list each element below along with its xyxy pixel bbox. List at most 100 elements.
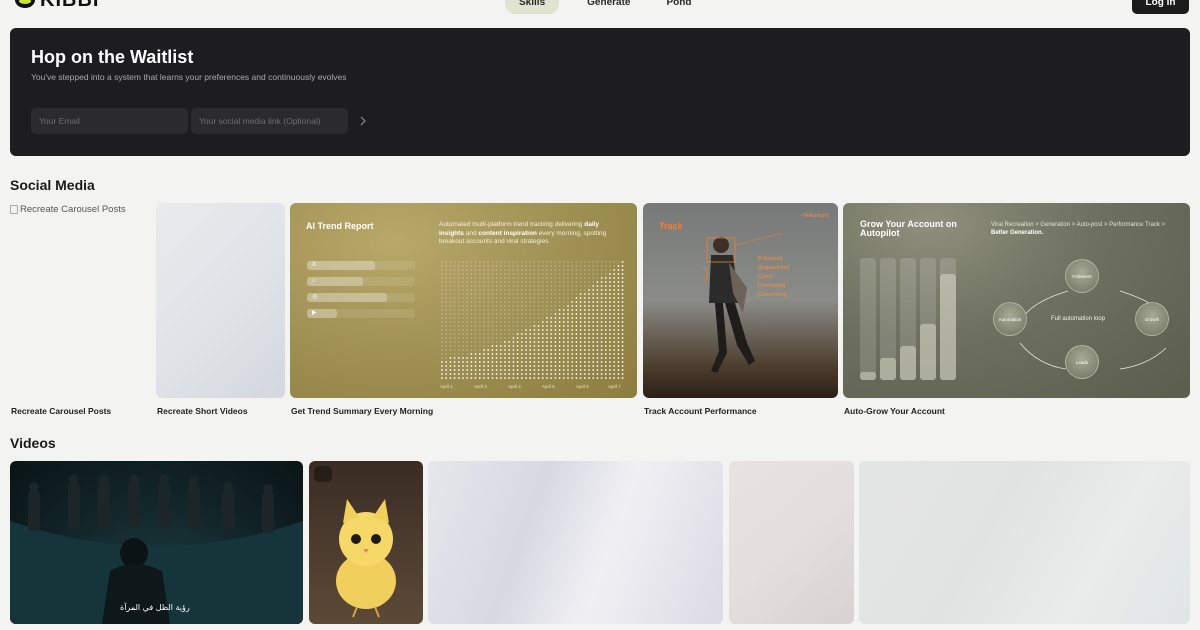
chart-dot <box>617 265 620 267</box>
chart-dot <box>546 269 548 271</box>
chart-dot <box>600 313 603 315</box>
axis-label: April 4 <box>508 384 521 389</box>
chart-dot <box>541 357 544 359</box>
chart-dot <box>575 313 578 315</box>
video-card-mirrors[interactable]: رؤية الظل في المرآة <box>10 461 303 624</box>
chart-dot <box>583 269 586 271</box>
chart-dot <box>537 297 540 299</box>
chart-dot <box>592 301 595 303</box>
chart-dot <box>504 297 506 299</box>
chart-dot <box>562 305 565 307</box>
tab-generate[interactable]: Generate <box>569 0 648 14</box>
chart-dot <box>575 269 578 271</box>
chart-dot <box>583 369 586 371</box>
chart-dot <box>462 317 464 319</box>
tab-pond[interactable]: Pond <box>649 0 710 14</box>
chart-dot <box>537 321 540 323</box>
chart-dot <box>571 277 574 279</box>
chart-dot <box>483 365 485 367</box>
chart-dot <box>600 337 603 339</box>
chart-dot <box>546 281 548 283</box>
chart-dot <box>453 269 456 271</box>
card-label-auto-grow[interactable]: Auto-Grow Your Account <box>844 406 945 416</box>
waitlist-title: Hop on the Waitlist <box>31 47 194 67</box>
chart-dot <box>474 301 477 303</box>
chart-dot <box>441 309 443 311</box>
chart-dot <box>537 293 540 295</box>
chart-dot <box>562 309 565 311</box>
video-card-kitten[interactable] <box>309 461 423 624</box>
chart-dot <box>478 333 481 335</box>
chart-dot <box>567 273 569 275</box>
chart-dot <box>499 273 502 275</box>
chart-dot <box>613 269 616 271</box>
chart-dot <box>483 353 485 355</box>
chart-dot <box>592 341 595 343</box>
social-link-input[interactable] <box>191 108 348 134</box>
chart-dot <box>621 269 624 271</box>
chart-dot <box>546 357 548 359</box>
card-label-short-videos[interactable]: Recreate Short Videos <box>157 406 248 416</box>
card-trend-summary[interactable]: AI Trend Report Automated multi-platform… <box>290 203 637 398</box>
card-track-performance[interactable]: Track • [Influencer] [Followers] [Engage… <box>643 203 838 398</box>
video-card-placeholder[interactable] <box>729 461 854 624</box>
email-input[interactable] <box>31 108 188 134</box>
chart-dot <box>567 309 569 311</box>
chart-dot <box>613 309 616 311</box>
chart-dot <box>575 365 578 367</box>
chart-dot <box>613 285 616 287</box>
login-button[interactable]: Log in <box>1132 0 1189 14</box>
chart-dot <box>541 365 544 367</box>
chart-dot <box>617 321 620 323</box>
chart-dot <box>592 325 595 327</box>
card-label-track[interactable]: Track Account Performance <box>644 406 757 416</box>
chart-dot <box>504 289 506 291</box>
chart-dot <box>474 373 477 375</box>
card-short-videos[interactable] <box>156 203 285 398</box>
auto-grow-title: Grow Your Account on Autopilot <box>860 219 957 238</box>
chart-dot <box>600 353 603 355</box>
chart-dot <box>529 269 532 271</box>
chart-dot <box>571 273 574 275</box>
video-card-placeholder[interactable] <box>859 461 1190 624</box>
chart-dot <box>495 273 498 275</box>
chart-dot <box>596 321 599 323</box>
chevron-right-icon[interactable] <box>356 114 370 128</box>
chart-dot <box>579 301 582 303</box>
chart-dot <box>571 329 574 331</box>
video-caption: رؤية الظل في المرآة <box>120 603 190 612</box>
chart-dot <box>512 333 515 335</box>
card-label-carousel[interactable]: Recreate Carousel Posts <box>11 406 111 416</box>
chart-dot <box>470 369 473 371</box>
chart-dot <box>600 333 603 335</box>
logo[interactable]: KIBBI <box>14 0 99 10</box>
chart-dot <box>579 317 582 319</box>
chart-dot <box>462 349 464 351</box>
chart-dot <box>588 261 590 263</box>
chart-dot <box>621 329 624 331</box>
chart-dot <box>562 261 565 263</box>
chart-dot <box>550 325 553 327</box>
chart-dot <box>537 361 540 363</box>
chart-dot <box>487 329 490 331</box>
chart-dot <box>516 353 519 355</box>
chart-dot <box>529 297 532 299</box>
chart-dot <box>533 261 536 263</box>
chart-dot <box>462 309 464 311</box>
tab-skills[interactable]: Skills <box>505 0 560 14</box>
chart-dot <box>470 329 473 331</box>
video-card-placeholder[interactable] <box>428 461 723 624</box>
chart-dot <box>466 333 469 335</box>
card-auto-grow[interactable]: Grow Your Account on Autopilot Viral Rec… <box>843 203 1190 398</box>
growth-bar <box>920 258 936 380</box>
card-label-trend-summary[interactable]: Get Trend Summary Every Morning <box>291 406 433 416</box>
chart-dot <box>529 265 532 267</box>
carousel-broken-image[interactable]: Recreate Carousel Posts <box>10 204 126 215</box>
chart-dot <box>499 301 502 303</box>
chart-dot <box>478 313 481 315</box>
chart-dot <box>487 373 490 375</box>
chart-dot <box>478 329 481 331</box>
chart-dot <box>512 305 515 307</box>
waitlist-subtitle: You've stepped into a system that learns… <box>31 72 347 82</box>
chart-dot <box>529 305 532 307</box>
